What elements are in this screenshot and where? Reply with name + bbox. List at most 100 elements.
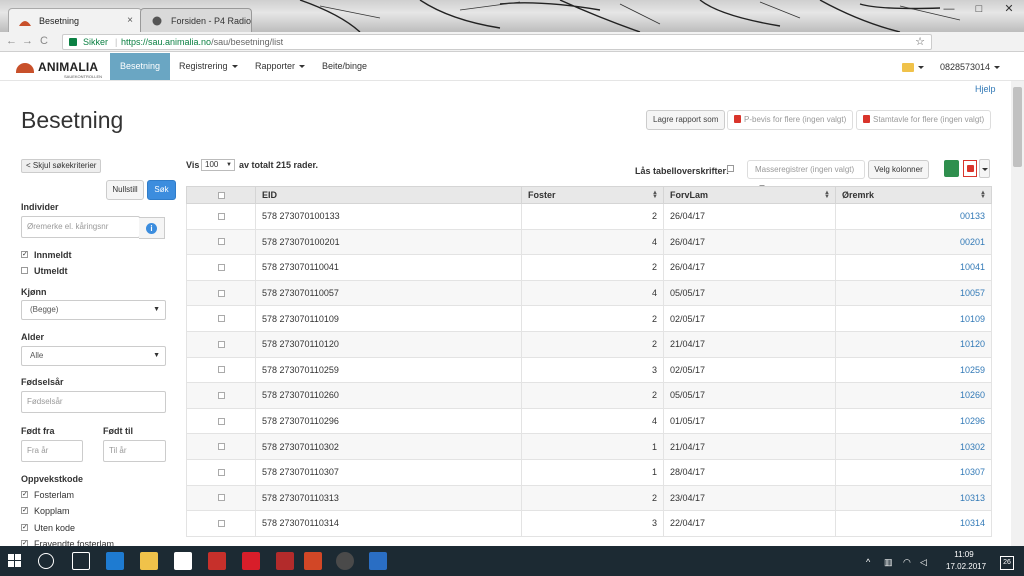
oremrk-link[interactable]: 00201: [835, 228, 992, 256]
oremrk-link[interactable]: 10313: [835, 484, 992, 512]
row-select-cell[interactable]: [186, 254, 256, 281]
oremrk-link[interactable]: 10041: [835, 254, 992, 281]
app-blue-icon[interactable]: [369, 552, 387, 570]
address-bar[interactable]: Sikker | https://sau.animalia.no/sau/bes…: [62, 34, 932, 50]
tab-p4-radio[interactable]: Forsiden - P4 Radio Hele: [140, 8, 252, 32]
app-red-icon[interactable]: [208, 552, 226, 570]
row-select-cell[interactable]: [186, 382, 256, 409]
table-row[interactable]: 578 273070110313 2 23/04/17 10313: [186, 484, 992, 512]
hide-criteria-button[interactable]: < Skjul søkekriterier: [21, 159, 102, 173]
uten-kode-checkbox[interactable]: ✓: [21, 524, 28, 531]
back-icon[interactable]: ←: [6, 35, 17, 47]
nav-beite-binge[interactable]: Beite/binge: [312, 53, 377, 80]
row-checkbox[interactable]: [217, 212, 225, 220]
app-dark-red-icon[interactable]: [276, 552, 294, 570]
oremrk-link[interactable]: 10314: [835, 510, 992, 537]
table-row[interactable]: 578 273070110302 1 21/04/17 10302: [186, 433, 992, 460]
fodselsar-input[interactable]: Fødselsår: [21, 391, 166, 413]
column-header-foster[interactable]: Foster ▲ ▼: [521, 186, 664, 204]
reload-icon[interactable]: C: [40, 35, 48, 47]
excel-export-icon[interactable]: [944, 160, 959, 177]
table-row[interactable]: 578 273070110259 3 02/05/17 10259: [186, 356, 992, 384]
select-all-checkbox[interactable]: [217, 191, 225, 199]
task-view-icon[interactable]: [72, 552, 90, 570]
row-checkbox[interactable]: [217, 468, 225, 476]
row-checkbox[interactable]: [217, 443, 225, 451]
save-report-button[interactable]: Lagre rapport som: [646, 110, 726, 130]
chrome-icon[interactable]: [336, 552, 354, 570]
wifi-icon[interactable]: ◠: [903, 557, 911, 568]
page-size-select[interactable]: 100 ▼: [201, 159, 235, 171]
table-row[interactable]: 578 273070110041 2 26/04/17 10041: [186, 254, 992, 281]
file-explorer-icon[interactable]: [140, 552, 158, 570]
row-select-cell[interactable]: [186, 407, 256, 435]
fodt-til-input[interactable]: Til år: [103, 440, 166, 462]
row-select-cell[interactable]: [186, 433, 256, 460]
tray-chevron-icon[interactable]: ^: [866, 557, 870, 567]
row-checkbox[interactable]: [217, 417, 225, 425]
row-checkbox[interactable]: [217, 315, 225, 323]
select-all-header[interactable]: [186, 186, 256, 204]
lock-headers-checkbox[interactable]: [727, 165, 734, 172]
oremrk-link[interactable]: 00133: [835, 203, 992, 230]
chevron-down-icon[interactable]: [918, 66, 924, 69]
taskbar-date[interactable]: 17.02.2017: [946, 562, 986, 571]
row-checkbox[interactable]: [217, 391, 225, 399]
oremrk-link[interactable]: 10302: [835, 433, 992, 460]
table-row[interactable]: 578 273070110314 3 22/04/17 10314: [186, 510, 992, 537]
table-row[interactable]: 578 273070110296 4 01/05/17 10296: [186, 407, 992, 435]
store-icon[interactable]: [174, 552, 192, 570]
individer-input[interactable]: Øremerke el. kåringsnr: [21, 216, 140, 238]
column-header-forvlam[interactable]: ForvLam ▲ ▼: [663, 186, 836, 204]
row-select-cell[interactable]: [186, 330, 256, 358]
powerpoint-icon[interactable]: [304, 552, 322, 570]
row-select-cell[interactable]: [186, 279, 256, 307]
maximize-icon[interactable]: □: [964, 0, 994, 20]
row-checkbox[interactable]: [217, 238, 225, 246]
nav-besetning[interactable]: Besetning: [110, 53, 171, 80]
page-scrollbar[interactable]: [1011, 81, 1024, 546]
row-select-cell[interactable]: [186, 305, 256, 332]
tab-close-icon[interactable]: ×: [127, 9, 133, 32]
oremrk-link[interactable]: 10259: [835, 356, 992, 384]
row-select-cell[interactable]: [186, 458, 256, 486]
reset-button[interactable]: Nullstill: [106, 180, 144, 200]
windows-start-icon[interactable]: [8, 554, 22, 568]
nav-registrering[interactable]: Registrering: [169, 53, 248, 80]
notification-center-icon[interactable]: 26: [1000, 556, 1014, 570]
scrollbar-thumb[interactable]: [1013, 87, 1022, 167]
table-row[interactable]: 578 273070100133 2 26/04/17 00133: [186, 203, 992, 230]
minimize-icon[interactable]: —: [934, 0, 964, 20]
table-row[interactable]: 578 273070100201 4 26/04/17 00201: [186, 228, 992, 256]
taskbar-clock[interactable]: 11:09: [946, 550, 982, 559]
column-header-oremrk[interactable]: Øremrk ▲ ▼: [835, 186, 992, 204]
oremrk-link[interactable]: 10260: [835, 382, 992, 409]
edge-icon[interactable]: [106, 552, 124, 570]
fodt-fra-input[interactable]: Fra år: [21, 440, 83, 462]
mass-register-button[interactable]: Masseregistrer (ingen valgt): [747, 160, 865, 189]
folder-icon[interactable]: [902, 63, 914, 72]
row-checkbox[interactable]: [217, 263, 225, 271]
oremrk-link[interactable]: 10120: [835, 330, 992, 358]
volume-icon[interactable]: ◁: [920, 557, 927, 568]
oremrk-link[interactable]: 10307: [835, 458, 992, 486]
nav-rapporter[interactable]: Rapporter: [245, 53, 315, 80]
table-row[interactable]: 578 273070110260 2 05/05/17 10260: [186, 382, 992, 409]
row-checkbox[interactable]: [217, 289, 225, 297]
forward-icon[interactable]: →: [22, 35, 33, 47]
innmeldt-checkbox[interactable]: ✓: [21, 251, 28, 258]
row-select-cell[interactable]: [186, 356, 256, 384]
oremrk-link[interactable]: 10109: [835, 305, 992, 332]
table-row[interactable]: 578 273070110057 4 05/05/17 10057: [186, 279, 992, 307]
fosterlam-checkbox[interactable]: ✓: [21, 491, 28, 498]
mcafee-icon[interactable]: [242, 552, 260, 570]
close-window-icon[interactable]: ✕: [994, 0, 1024, 20]
info-button[interactable]: i: [139, 217, 165, 239]
pdf-export-icon[interactable]: [963, 160, 977, 177]
row-select-cell[interactable]: [186, 203, 256, 230]
table-row[interactable]: 578 273070110307 1 28/04/17 10307: [186, 458, 992, 486]
column-header-eid[interactable]: EID: [255, 186, 522, 204]
kjonn-select[interactable]: (Begge) ▼: [21, 300, 166, 320]
table-row[interactable]: 578 273070110109 2 02/05/17 10109: [186, 305, 992, 332]
row-select-cell[interactable]: [186, 510, 256, 537]
